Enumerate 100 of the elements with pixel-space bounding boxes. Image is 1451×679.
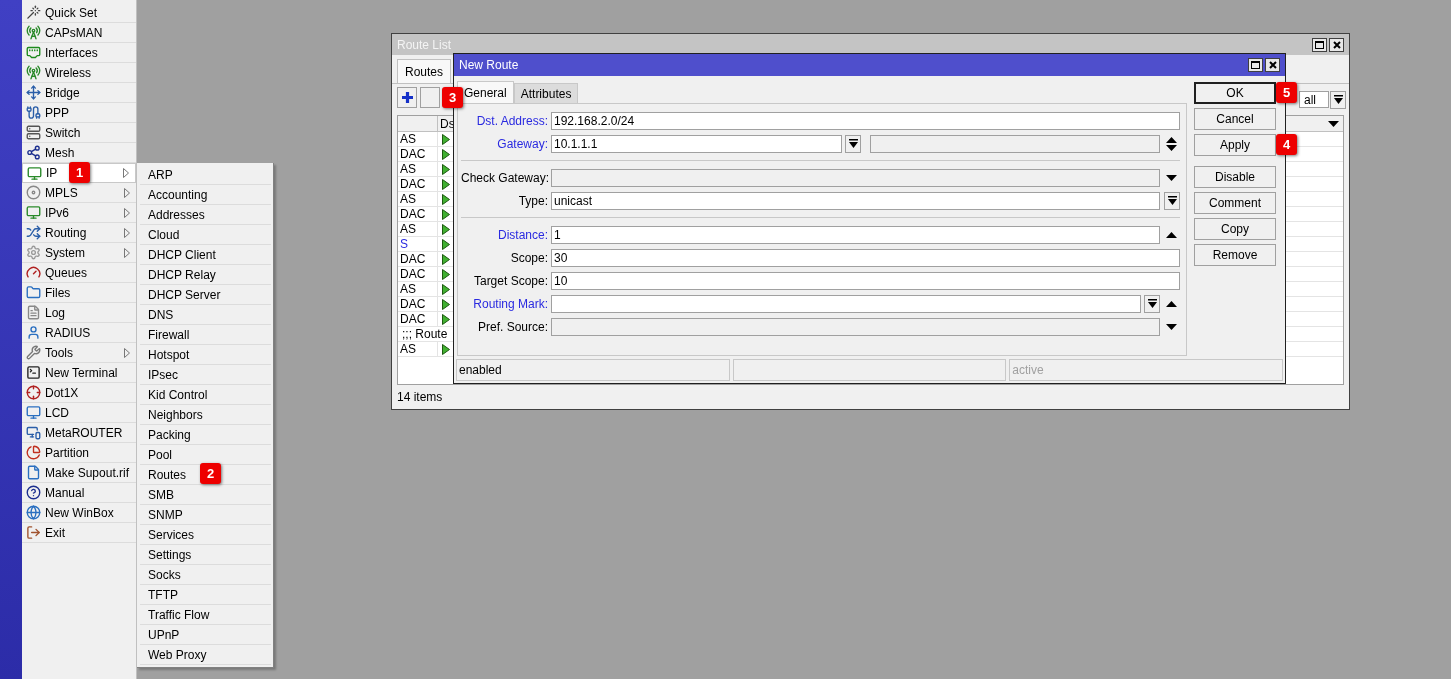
submenu-item[interactable]: ARP [140, 165, 271, 185]
field-label: Pref. Source: [476, 319, 549, 336]
submenu-item[interactable]: TFTP [140, 585, 271, 605]
menu-item[interactable]: Dot1X [22, 383, 136, 403]
route-flag-cell: AS [398, 192, 438, 206]
submenu-item[interactable]: SNMP [140, 505, 271, 525]
step-badge: 2 [200, 463, 221, 484]
menu-item[interactable]: Switch [22, 123, 136, 143]
status-text: enabled [459, 362, 502, 379]
input-field[interactable]: 30 [551, 249, 1180, 267]
route-flag-cell: AS [398, 222, 438, 236]
dialog-button[interactable]: Apply [1194, 134, 1276, 156]
menu-item[interactable]: Tools [22, 343, 136, 363]
input-field[interactable]: 10.1.1.1 [551, 135, 842, 153]
menu-item[interactable]: Exit [22, 523, 136, 543]
menu-item[interactable]: Queues [22, 263, 136, 283]
submenu-item[interactable]: Addresses [140, 205, 271, 225]
menu-item[interactable]: Log [22, 303, 136, 323]
step-badge: 1 [69, 162, 90, 183]
route-flag-cell: DAC [398, 297, 438, 311]
route-flag-cell: DAC [398, 312, 438, 326]
field-label: Type: [517, 193, 549, 210]
menu-item[interactable]: MPLS [22, 183, 136, 203]
submenu-item[interactable]: Web Proxy [140, 645, 271, 665]
menu-item[interactable]: RADIUS [22, 323, 136, 343]
menu-item[interactable]: MetaROUTER [22, 423, 136, 443]
menu-item[interactable]: Partition [22, 443, 136, 463]
route-flag-cell: DAC [398, 267, 438, 281]
submenu-item[interactable]: Hotspot [140, 345, 271, 365]
menu-item[interactable]: Quick Set [22, 3, 136, 23]
dialog-title: New Route [459, 57, 519, 74]
route-comment: ;;; Route [401, 327, 448, 341]
menu-item[interactable]: Manual [22, 483, 136, 503]
submenu-item[interactable]: Socks [140, 565, 271, 585]
submenu-item[interactable]: Firewall [140, 325, 271, 345]
tab[interactable]: General [457, 81, 514, 103]
route-flag-cell: AS [398, 162, 438, 176]
item-count: 14 items [397, 389, 443, 406]
field-label: Distance: [496, 227, 549, 244]
menu-item[interactable]: LCD [22, 403, 136, 423]
dialog-button[interactable]: Disable [1194, 166, 1276, 188]
field-label: Gateway: [496, 136, 549, 153]
menu-item[interactable]: System [22, 243, 136, 263]
menu-item[interactable]: IP 1 [22, 163, 136, 183]
route-flag-cell: S [398, 237, 438, 251]
route-flag-cell: DAC [398, 177, 438, 191]
submenu-item[interactable]: Routes 2 [140, 465, 271, 485]
dialog-button[interactable]: Copy [1194, 218, 1276, 240]
submenu-item[interactable]: Kid Control [140, 385, 271, 405]
step-badge: 4 [1276, 134, 1297, 155]
field-label: Check Gateway: [461, 170, 551, 187]
submenu-item[interactable]: DHCP Client [140, 245, 271, 265]
input-field[interactable]: 1 [551, 226, 1160, 244]
submenu-item[interactable]: DHCP Relay [140, 265, 271, 285]
menu-item[interactable]: Wireless [22, 63, 136, 83]
field-label: Dst. Address: [475, 113, 549, 130]
menu-item[interactable]: PPP [22, 103, 136, 123]
field-label: Scope: [509, 250, 549, 267]
submenu-item[interactable]: DHCP Server [140, 285, 271, 305]
step-badge: 5 [1276, 82, 1297, 103]
menu-item[interactable]: CAPsMAN [22, 23, 136, 43]
dialog-button[interactable]: OK [1194, 82, 1276, 104]
submenu-item[interactable]: Settings [140, 545, 271, 565]
menu-item[interactable]: Make Supout.rif [22, 463, 136, 483]
submenu-item[interactable]: Neighbors [140, 405, 271, 425]
submenu-item[interactable]: Cloud [140, 225, 271, 245]
tab[interactable]: Routes [397, 59, 452, 83]
route-flag-cell: AS [398, 342, 438, 356]
input-field[interactable]: unicast [551, 192, 1160, 210]
menu-item[interactable]: Routing [22, 223, 136, 243]
menu-item[interactable]: Bridge [22, 83, 136, 103]
submenu-item[interactable]: UPnP [140, 625, 271, 645]
menu-item[interactable]: Interfaces [22, 43, 136, 63]
status-text: active [1012, 362, 1044, 379]
route-flag-cell: AS [398, 132, 438, 146]
filter-field[interactable]: all [1299, 91, 1329, 108]
tab[interactable]: Attributes [513, 83, 579, 103]
submenu-item[interactable]: Traffic Flow [140, 605, 271, 625]
route-flag-cell: DAC [398, 207, 438, 221]
input-field[interactable]: 10 [551, 272, 1180, 290]
route-flag-cell: AS [398, 282, 438, 296]
submenu-item[interactable]: DNS [140, 305, 271, 325]
field-label: Target Scope: [472, 273, 549, 290]
menu-item[interactable]: Files [22, 283, 136, 303]
submenu-item[interactable]: SMB [140, 485, 271, 505]
route-flag-cell: DAC [398, 252, 438, 266]
dialog-button[interactable]: Cancel [1194, 108, 1276, 130]
menu-item[interactable]: New WinBox [22, 503, 136, 523]
menu-item[interactable]: New Terminal [22, 363, 136, 383]
submenu-item[interactable]: Services [140, 525, 271, 545]
dialog-button[interactable]: Comment [1194, 192, 1276, 214]
dialog-button[interactable]: Remove [1194, 244, 1276, 266]
route-flag-cell: DAC [398, 147, 438, 161]
field-label: Routing Mark: [472, 296, 549, 313]
submenu-item[interactable]: IPsec [140, 365, 271, 385]
submenu-item[interactable]: Packing [140, 425, 271, 445]
submenu-item[interactable]: Accounting [140, 185, 271, 205]
step-badge: 3 [442, 87, 463, 108]
input-field[interactable]: 192.168.2.0/24 [551, 112, 1180, 130]
menu-item[interactable]: IPv6 [22, 203, 136, 223]
